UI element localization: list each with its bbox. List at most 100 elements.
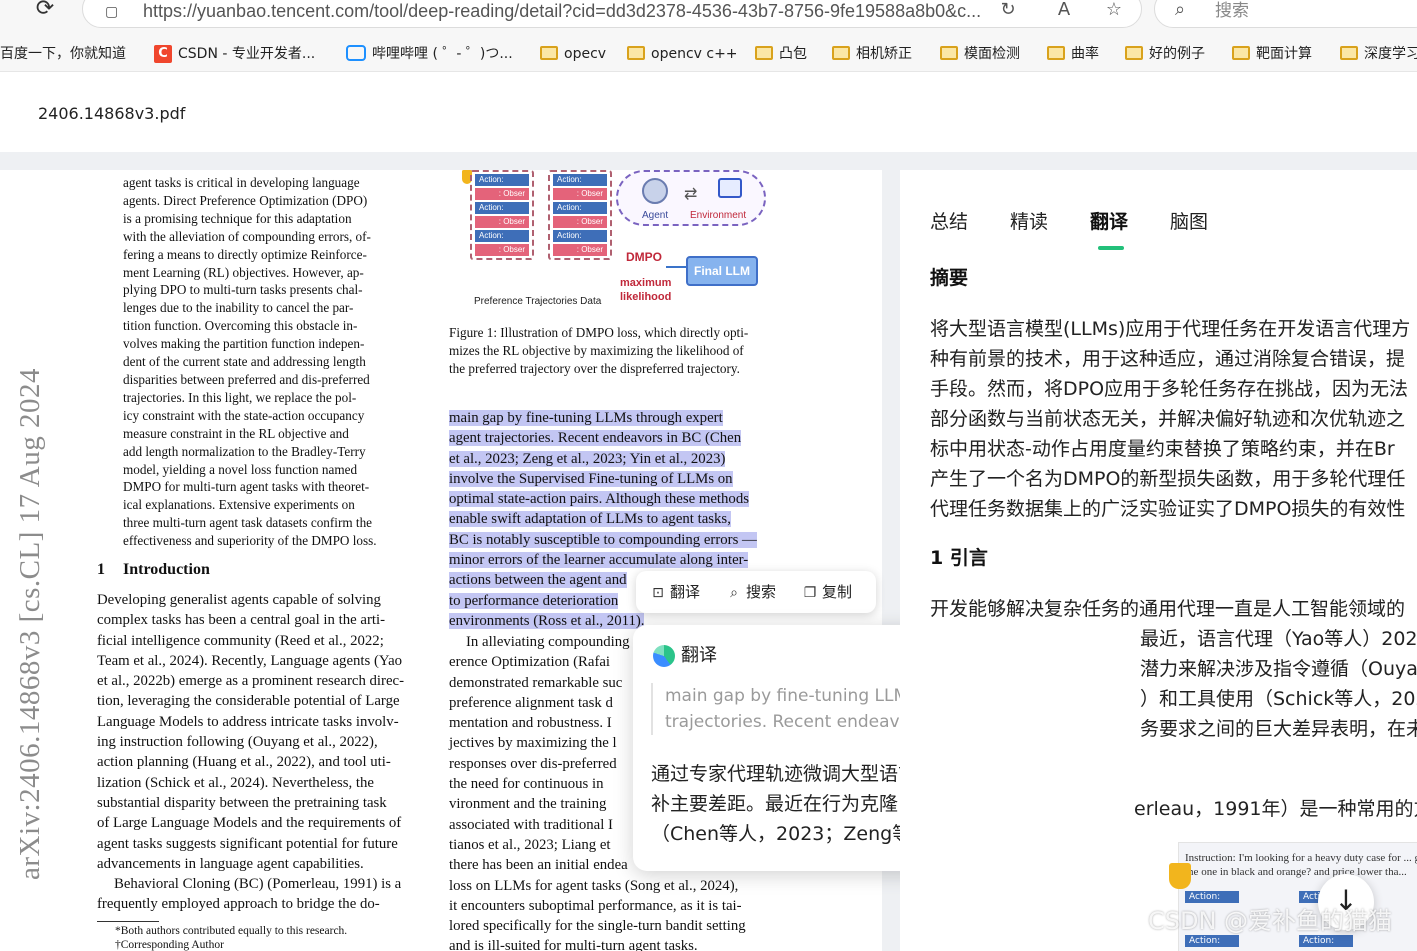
refresh-ext-icon[interactable]: ↻ — [995, 0, 1021, 23]
bookmark-bilibili[interactable]: 哔哩哔哩 ( ゜- ゜)つ... — [346, 44, 513, 64]
abstract-line: add length normalization to the Bradley-… — [123, 443, 366, 459]
url-text[interactable]: https://yuanbao.tencent.com/tool/deep-re… — [143, 1, 1023, 23]
bookmark-folder-convex-hull[interactable]: 凸包 — [755, 44, 807, 64]
search-button[interactable]: ⌕ 搜索 — [726, 582, 776, 602]
url-box[interactable]: ▢ https://yuanbao.tencent.com/tool/deep-… — [82, 0, 1142, 28]
bookmark-folder-examples[interactable]: 好的例子 — [1125, 44, 1205, 64]
section-heading: 1 Introduction — [97, 560, 228, 580]
intro-partial-text[interactable]: 最近，语言代理（Yao等人）202 潜力来解决涉及指令遵循（Ouya ）和工具使… — [1140, 624, 1417, 744]
action-block: Action: — [475, 174, 529, 186]
copy-button[interactable]: ❐ 复制 — [802, 582, 852, 602]
swap-arrows-icon: ⇄ — [684, 186, 698, 203]
bookmark-folder-opencv-cpp[interactable]: opencv c++ — [627, 44, 738, 64]
intro-line: ficial intelligence community (Reed et a… — [97, 632, 384, 649]
bookmark-label: 凸包 — [779, 46, 807, 62]
bookmark-folder-curvature[interactable]: 曲率 — [1047, 44, 1099, 64]
bookmark-folder-target-calc[interactable]: 靶面计算 — [1232, 44, 1312, 64]
selected-line[interactable]: actions between the agent and — [449, 572, 627, 589]
intro-line: advancements in language agent capabilit… — [97, 855, 364, 872]
intro-line: agent tasks suggests significant potenti… — [97, 835, 398, 852]
action-block: Action: — [475, 230, 529, 242]
caption-line: the preferred trajectory over the dispre… — [449, 361, 740, 376]
favorite-star-icon[interactable]: ☆ — [1101, 0, 1127, 23]
reload-icon[interactable]: ⟳ — [30, 0, 60, 22]
translation-line: 标中用状态-动作占用度量约束替换了策略约束，并在Br — [930, 438, 1395, 460]
bookmark-baidu[interactable]: 百度一下，你就知道 — [0, 44, 126, 64]
copy-label: 复制 — [822, 583, 853, 601]
agent-env-cloud: ⇄ Agent Environment — [616, 170, 766, 226]
active-tab-indicator — [1098, 246, 1124, 250]
intro-line: et al., 2022b) emerge as a prominent res… — [97, 673, 405, 690]
intro-translation-line[interactable]: erleau，1991年）是一种常用的方 — [1134, 794, 1417, 824]
footnotes: *Both authors contributed equally to thi… — [115, 924, 425, 951]
bookmark-label: 深度学习 — [1364, 46, 1417, 62]
thumb-action: Action: — [1185, 891, 1239, 903]
translate-button[interactable]: ⊡ 翻译 — [650, 582, 700, 602]
browser-address-bar: ⟳ ▢ https://yuanbao.tencent.com/tool/dee… — [0, 0, 1417, 36]
selected-line[interactable]: enable swift adaptation of LLMs to agent… — [449, 511, 731, 528]
intro-line: of Large Language Models and the require… — [97, 815, 402, 832]
selected-line[interactable]: main gap by fine-tuning LLMs through exp… — [449, 410, 723, 426]
selected-line[interactable]: to performance deterioration — [449, 592, 619, 609]
abstract-line: lenges due to the inability to cancel th… — [123, 300, 354, 316]
footnote-line: *Both authors contributed equally to thi… — [115, 925, 348, 937]
dispreferred-trajectory: Action: : Obser Action: : Obser Action: … — [548, 170, 612, 260]
bookmark-folder-opecv[interactable]: opecv — [540, 44, 606, 64]
folder-icon — [832, 46, 850, 60]
abstract-line: ment Learning (RL) objectives. However, … — [123, 264, 364, 280]
document-filename: 2406.14868v3.pdf — [38, 104, 186, 123]
intro-text[interactable]: Developing generalist agents capable of … — [97, 590, 425, 915]
final-llm-box: Final LLM — [686, 256, 758, 286]
selected-line[interactable]: BC is notably susceptible to compounding… — [449, 531, 757, 548]
page-info-icon[interactable]: ▢ — [105, 1, 121, 20]
abstract-line: with the alleviation of compounding erro… — [123, 228, 371, 244]
trophy-icon — [1169, 863, 1191, 889]
selected-line[interactable]: agent trajectories. Recent endeavors in … — [449, 430, 742, 447]
folder-icon — [755, 46, 773, 60]
abstract-translation[interactable]: 将大型语言模型(LLMs)应用于代理任务在开发语言代理方 种有前景的技术，用于这… — [930, 314, 1417, 524]
read-aloud-icon[interactable]: A — [1051, 0, 1077, 23]
tab-summary[interactable]: 总结 — [930, 210, 968, 234]
selected-line[interactable]: environments (Ross et al., 2011). — [449, 612, 645, 629]
bookmark-folder-mold-detect[interactable]: 模面检测 — [940, 44, 1020, 64]
col2-line: it encounters suboptimal performance, as… — [449, 897, 742, 914]
abstract-line: DMPO for multi-turn agent tasks with the… — [123, 479, 370, 495]
figure-1: Action: : Obser Action: : Obser Action: … — [462, 170, 782, 310]
intro-heading: 1 引言 — [930, 547, 988, 569]
selected-line[interactable]: minor errors of the learner accumulate a… — [449, 552, 749, 569]
selected-line[interactable]: involve the Supervised Fine-tuning of LL… — [449, 470, 733, 487]
selected-line[interactable]: et al., 2023; Zeng et al., 2023; Yin et … — [449, 450, 726, 467]
section-title: Introduction — [123, 561, 210, 578]
tab-translate[interactable]: 翻译 — [1090, 210, 1128, 234]
bookmark-label: 相机矫正 — [856, 46, 912, 62]
browser-search-box[interactable]: ⌕ 搜索 — [1154, 0, 1417, 28]
bookmark-csdn[interactable]: C CSDN - 专业开发者... — [154, 44, 315, 64]
bookmark-label: 模面检测 — [964, 46, 1020, 62]
translation-line: 手段。然而，将DPO应用于多轮任务存在挑战，因为无法 — [930, 378, 1409, 400]
intro-line: substantial disparity between the pretra… — [97, 794, 387, 811]
csdn-icon: C — [154, 45, 172, 63]
action-block: Action: — [553, 174, 607, 186]
abstract-text[interactable]: agent tasks is critical in developing la… — [123, 174, 399, 550]
divider — [0, 152, 1417, 170]
bookmark-folder-camera-calib[interactable]: 相机矫正 — [832, 44, 912, 64]
tab-close-reading[interactable]: 精读 — [1010, 210, 1048, 234]
intro-line: Language Models to address intricate tas… — [97, 713, 399, 730]
bookmark-folder-deep-learning[interactable]: 深度学习 — [1340, 44, 1417, 64]
abstract-line: agents. Direct Preference Optimization (… — [123, 192, 368, 208]
cart-icon — [718, 178, 742, 198]
arrow-right-icon — [666, 266, 688, 268]
document-title-bar: 2406.14868v3.pdf — [0, 72, 1417, 152]
translation-line: 务要求之间的巨大差异表明，在未 — [1140, 718, 1417, 740]
tab-mindmap[interactable]: 脑图 — [1170, 210, 1208, 234]
obs-block: : Obser — [475, 244, 529, 256]
abstract-line: tition function. Overcoming this obstacl… — [123, 318, 358, 334]
abstract-line: agent tasks is critical in developing la… — [123, 175, 360, 190]
agent-label: Agent — [642, 210, 669, 221]
selected-line[interactable]: optimal state-action pairs. Although the… — [449, 491, 749, 508]
translate-icon: ⊡ — [652, 585, 664, 601]
thumb-action: Action: — [1185, 935, 1239, 947]
bookmark-label: 靶面计算 — [1256, 46, 1312, 62]
intro-translation-line[interactable]: 开发能够解决复杂任务的通用代理一直是人工智能领域的 — [930, 594, 1417, 624]
thumb-action: Action: — [1299, 935, 1353, 947]
